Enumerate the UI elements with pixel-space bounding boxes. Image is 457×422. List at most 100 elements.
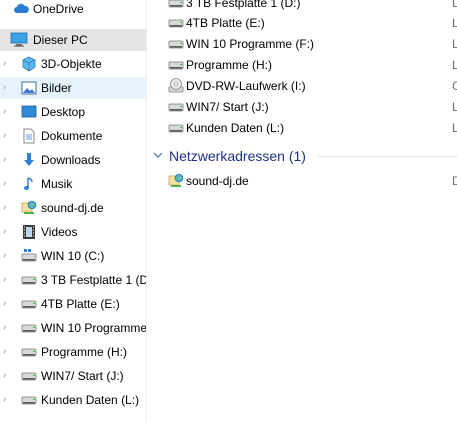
nav-item-label: Desktop (41, 105, 86, 119)
nav-item-this-pc[interactable]: Dieser PC (0, 29, 146, 51)
nav-item-drive-f[interactable]: › WIN 10 Programme (0, 317, 146, 339)
network-location-icon (21, 200, 37, 216)
videos-icon (21, 224, 37, 240)
group-divider (318, 156, 457, 157)
chevron-right-icon[interactable]: › (3, 394, 13, 406)
drive-detail: L (452, 16, 457, 30)
drive-detail: L (452, 58, 457, 72)
network-location-detail: D (452, 174, 457, 188)
drive-detail: C (452, 79, 457, 93)
drive-icon (21, 368, 37, 384)
computer-icon (10, 32, 28, 48)
drive-row-d[interactable]: 3 TB Festplatte 1 (D:) L (146, 0, 457, 14)
nav-item-label: WIN 10 (C:) (41, 249, 105, 263)
nav-item-label: 4TB Platte (E:) (41, 297, 120, 311)
chevron-right-icon[interactable]: › (3, 370, 13, 382)
content-pane[interactable]: 3 TB Festplatte 1 (D:) L 4TB Platte (E:)… (146, 0, 457, 422)
nav-item-drive-e[interactable]: › 4TB Platte (E:) (0, 293, 146, 315)
nav-item-label: WIN7/ Start (J:) (41, 369, 124, 383)
nav-item-documents[interactable]: › Dokumente (0, 125, 146, 147)
group-header-network-locations[interactable]: Netzwerkadressen (1) (146, 145, 457, 167)
drive-row-h[interactable]: Programme (H:) L (146, 55, 457, 76)
dvd-drive-icon (168, 78, 184, 94)
nav-item-drive-l[interactable]: › Kunden Daten (L:) (0, 389, 146, 411)
group-title: Netzwerkadressen (1) (169, 148, 306, 164)
drive-icon (168, 0, 184, 11)
nav-item-onedrive[interactable]: OneDrive (0, 0, 146, 20)
chevron-right-icon[interactable]: › (3, 106, 13, 118)
network-location-name: sound-dj.de (186, 174, 249, 188)
chevron-right-icon[interactable]: › (3, 82, 13, 94)
nav-item-label: sound-dj.de (41, 201, 104, 215)
drive-row-e[interactable]: 4TB Platte (E:) L (146, 13, 457, 34)
nav-item-label: 3 TB Festplatte 1 (D: (41, 273, 146, 287)
nav-item-label: Musik (41, 177, 73, 191)
chevron-right-icon[interactable]: › (3, 346, 13, 358)
drive-icon (168, 36, 184, 52)
chevron-right-icon[interactable]: › (3, 202, 13, 214)
drive-name: 3 TB Festplatte 1 (D:) (186, 0, 301, 10)
drive-icon (168, 15, 184, 31)
chevron-down-icon[interactable] (152, 149, 164, 161)
nav-item-label: OneDrive (33, 2, 84, 16)
network-location-row[interactable]: sound-dj.de D (146, 171, 457, 192)
documents-icon (21, 128, 37, 144)
cloud-icon (13, 1, 29, 17)
navigation-pane[interactable]: OneDrive Dieser PC › 3D-Objekte › Bilder… (0, 0, 147, 422)
nav-item-music[interactable]: › Musik (0, 173, 146, 195)
desktop-icon (21, 104, 37, 120)
chevron-right-icon[interactable]: › (3, 322, 13, 334)
nav-item-drive-j[interactable]: › WIN7/ Start (J:) (0, 365, 146, 387)
drive-name: DVD-RW-Laufwerk (I:) (186, 79, 306, 93)
chevron-right-icon[interactable]: › (3, 154, 13, 166)
nav-item-sound-dj[interactable]: › sound-dj.de (0, 197, 146, 219)
nav-item-win10-c[interactable]: › WIN 10 (C:) (0, 245, 146, 267)
chevron-right-icon[interactable]: › (3, 274, 13, 286)
3d-objects-icon (21, 56, 37, 72)
drive-icon (21, 344, 37, 360)
nav-item-label: Dieser PC (33, 33, 88, 47)
drive-icon (21, 320, 37, 336)
downloads-icon (21, 152, 37, 168)
drive-detail: L (452, 121, 457, 135)
drive-icon (168, 57, 184, 73)
drive-detail: L (452, 100, 457, 114)
drive-row-f[interactable]: WIN 10 Programme (F:) L (146, 34, 457, 55)
windows-drive-icon (21, 248, 37, 264)
nav-item-label: Downloads (41, 153, 101, 167)
drive-detail: L (452, 37, 457, 51)
drive-icon (168, 99, 184, 115)
nav-item-drive-h[interactable]: › Programme (H:) (0, 341, 146, 363)
pictures-icon (21, 80, 37, 96)
chevron-right-icon[interactable]: › (3, 250, 13, 262)
nav-item-label: Kunden Daten (L:) (41, 393, 140, 407)
nav-item-desktop[interactable]: › Desktop (0, 101, 146, 123)
drive-icon (21, 272, 37, 288)
chevron-right-icon[interactable]: › (3, 130, 13, 142)
nav-item-label: Dokumente (41, 129, 103, 143)
nav-item-label: Programme (H:) (41, 345, 128, 359)
drive-row-j[interactable]: WIN7/ Start (J:) L (146, 97, 457, 118)
nav-item-label: WIN 10 Programme (41, 321, 146, 335)
nav-item-3d-objects[interactable]: › 3D-Objekte (0, 53, 146, 75)
nav-item-downloads[interactable]: › Downloads (0, 149, 146, 171)
nav-item-drive-d[interactable]: › 3 TB Festplatte 1 (D: (0, 269, 146, 291)
drive-name: Kunden Daten (L:) (186, 121, 285, 135)
drive-name: 4TB Platte (E:) (186, 16, 265, 30)
chevron-right-icon[interactable]: › (3, 178, 13, 190)
nav-item-label: Videos (41, 225, 78, 239)
chevron-right-icon[interactable]: › (3, 226, 13, 238)
drive-name: WIN 10 Programme (F:) (186, 37, 315, 51)
chevron-right-icon[interactable]: › (3, 298, 13, 310)
drive-row-l[interactable]: Kunden Daten (L:) L (146, 118, 457, 139)
drive-row-i[interactable]: DVD-RW-Laufwerk (I:) C (146, 76, 457, 97)
drive-icon (21, 296, 37, 312)
nav-item-videos[interactable]: › Videos (0, 221, 146, 243)
drive-detail: L (452, 0, 457, 10)
network-location-icon (168, 173, 184, 189)
drive-name: WIN7/ Start (J:) (186, 100, 269, 114)
nav-item-pictures[interactable]: › Bilder (0, 77, 146, 99)
chevron-right-icon[interactable]: › (3, 58, 13, 70)
drive-icon (168, 120, 184, 136)
nav-item-label: Bilder (41, 81, 72, 95)
